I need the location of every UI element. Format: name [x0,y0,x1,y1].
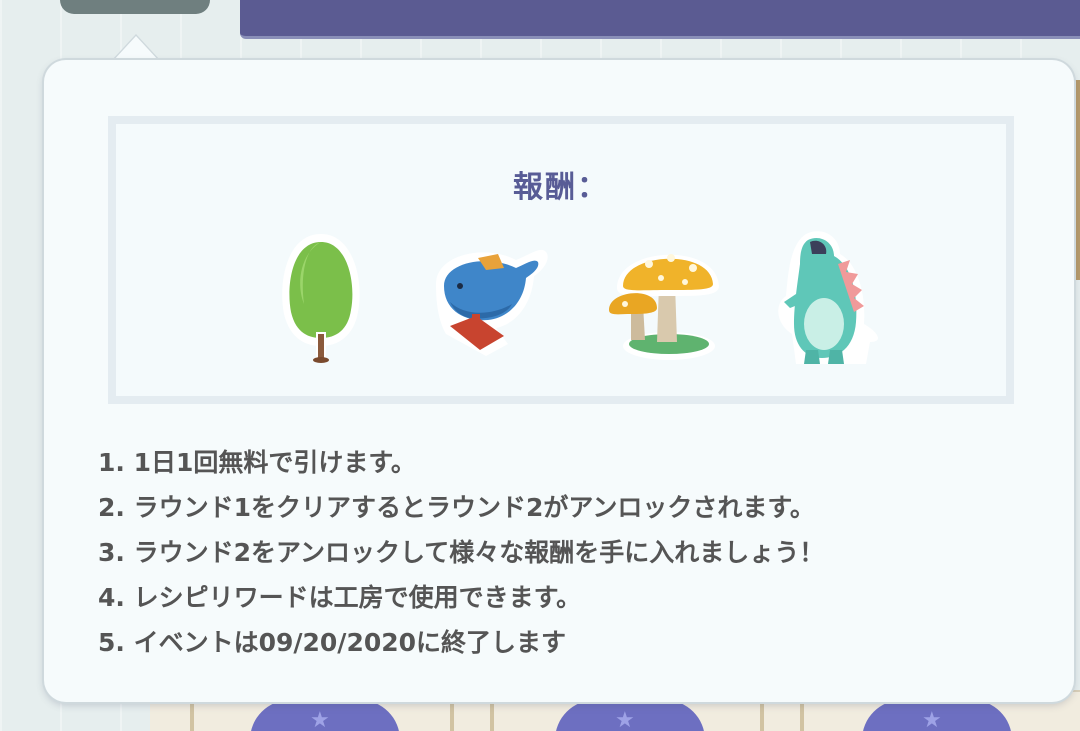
tree-icon [282,234,360,363]
star-icon: ★ [922,708,942,731]
star-badge[interactable]: ★ [555,700,705,731]
reward-item-mushroom[interactable] [601,224,741,394]
rule-item: 4. レシピリワードは工房で使用できます。 [98,583,582,612]
rule-item: 1. 1日1回無料で引けます。 [98,448,416,477]
dinosaur-icon [778,231,878,364]
top-left-decoration [60,0,210,14]
mushroom-icon [609,254,719,360]
rule-item: 3. ラウンド2をアンロックして様々な報酬を手に入れましょう！ [98,538,825,567]
star-icon: ★ [615,708,635,731]
reward-box: 報酬： [108,116,1014,404]
rule-item: 5. イベントは09/20/2020に終了します [98,628,567,657]
top-banner [240,0,1080,39]
reward-item-dinosaur[interactable] [766,224,896,394]
reward-item-whale[interactable] [416,224,566,394]
reward-items [116,224,1006,394]
reward-title: 報酬： [513,170,609,205]
whale-icon [436,249,548,356]
star-badge[interactable]: ★ [862,700,1012,731]
rule-item: 2. ラウンド1をクリアするとラウンド2がアンロックされます。 [98,493,815,522]
rules-list: 1. 1日1回無料で引けます。 2. ラウンド1をクリアするとラウンド2がアンロ… [98,440,1048,665]
reward-info-tooltip: 報酬： 1. 1日1回無料で引けます。 2. ラウンド1をクリアするとラウンド2… [44,60,1074,702]
star-badge[interactable]: ★ [250,700,400,731]
tooltip-arrow [112,36,160,62]
star-icon: ★ [310,708,330,731]
reward-item-tree[interactable] [256,224,386,394]
